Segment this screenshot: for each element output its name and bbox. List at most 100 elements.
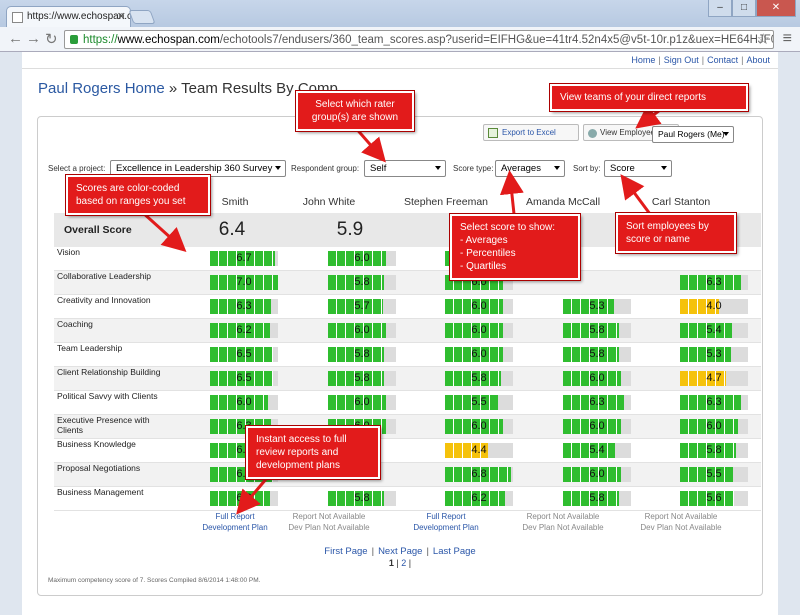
score-value: 6.2: [236, 492, 252, 504]
score-value: 5.8: [589, 324, 605, 336]
overall-score-label: Overall Score: [64, 224, 132, 236]
competency-label: Coaching: [57, 319, 93, 329]
score-bar: 4.4: [445, 443, 513, 458]
score-value: 6.2: [471, 492, 487, 504]
sort-by-value: Score: [610, 163, 635, 174]
score-bar: 5.8: [328, 491, 396, 506]
employee-column-header[interactable]: Carl Stanton: [621, 196, 741, 208]
project-value: Excellence in Leadership 360 Survey: [116, 163, 273, 174]
score-bar: 6.0: [563, 371, 631, 386]
score-value: 4.4: [471, 444, 487, 456]
score-value: 6.0: [354, 252, 370, 264]
score-bar: 5.4: [563, 443, 631, 458]
score-bar: 5.8: [328, 275, 396, 290]
sign-out-link[interactable]: Sign Out: [664, 55, 699, 65]
score-bar: 4.0: [680, 299, 748, 314]
address-bar[interactable]: https://www.echospan.com/echotools7/endu…: [64, 30, 774, 49]
score-value: 5.8: [354, 372, 370, 384]
score-value: 5.5: [471, 396, 487, 408]
competency-label: Business Knowledge: [57, 439, 136, 449]
chevron-down-icon: [435, 166, 441, 170]
callout-sort: Sort employees by score or name: [616, 213, 736, 253]
competency-row: Executive Presence with Clients 6.3 6.0 6.0…: [54, 415, 761, 439]
score-bar: 5.8: [563, 347, 631, 362]
favicon-icon: [12, 12, 23, 23]
score-value: 6.3: [236, 300, 252, 312]
score-bar: 5.4: [680, 323, 748, 338]
score-bar: 5.3: [680, 347, 748, 362]
contact-link[interactable]: Contact: [707, 55, 738, 65]
browser-menu-icon[interactable]: ≡: [783, 30, 792, 48]
sort-by-select[interactable]: Score: [604, 160, 672, 177]
score-bar: 6.0: [445, 323, 513, 338]
home-link[interactable]: Home: [631, 55, 655, 65]
report-unavailable: Report Not Available: [644, 512, 718, 521]
score-value: 6.0: [354, 324, 370, 336]
callout-score-type-item: - Quartiles: [460, 261, 507, 272]
url-path: /echotools7/endusers/360_team_scores.asp…: [219, 34, 773, 46]
score-value: 5.8: [589, 492, 605, 504]
about-link[interactable]: About: [746, 55, 770, 65]
respondent-group-select[interactable]: Self: [364, 160, 446, 177]
callout-rater-groups: Select which rater group(s) are shown: [296, 91, 414, 131]
report-link-cell: Report Not Available Dev Plan Not Availab…: [621, 511, 741, 533]
score-value: 5.3: [589, 300, 605, 312]
score-value: 5.8: [706, 444, 722, 456]
page-2-link[interactable]: 2: [401, 558, 406, 568]
callout-score-type-title: Select score to show:: [460, 222, 556, 233]
competency-row: Client Relationship Building 6.5 5.8 5.8 6.0…: [54, 367, 761, 391]
maximize-button[interactable]: □: [732, 0, 756, 17]
score-value: 6.3: [706, 276, 722, 288]
tab-close-icon[interactable]: ✕: [117, 10, 126, 23]
bookmark-star-icon[interactable]: ☆: [757, 30, 770, 48]
competency-label: Vision: [57, 247, 80, 257]
footnote: Maximum competency score of 7. Scores Co…: [48, 577, 261, 584]
browser-tab[interactable]: https://www.echospan.co ✕: [6, 6, 131, 27]
pagination: First Page | Next Page | Last Page: [324, 546, 476, 557]
url-scheme: https://: [83, 34, 118, 46]
score-bar: 6.8: [445, 467, 513, 482]
score-value: 5.8: [354, 276, 370, 288]
score-value: 6.0: [706, 420, 722, 432]
score-bar: 6.2: [210, 491, 278, 506]
chevron-down-icon: [275, 166, 281, 170]
score-bar: 6.0: [680, 419, 748, 434]
employee-column-header[interactable]: John White: [269, 196, 389, 208]
score-value: 6.0: [471, 348, 487, 360]
score-value: 6.0: [589, 468, 605, 480]
employee-column-header[interactable]: Stephen Freeman: [386, 196, 506, 208]
first-page-link[interactable]: First Page: [324, 546, 367, 557]
employee-column-header[interactable]: Amanda McCall: [503, 196, 623, 208]
score-type-select[interactable]: Averages: [495, 160, 565, 177]
competency-row: Business Knowledge 6.2 4.4 5.4 5.8: [54, 439, 761, 463]
new-tab-button[interactable]: [128, 10, 156, 24]
full-report-link[interactable]: Full Report: [386, 511, 506, 522]
score-bar: 6.0: [328, 323, 396, 338]
next-page-link[interactable]: Next Page: [378, 546, 422, 557]
tab-title: https://www.echospan.co: [27, 11, 131, 22]
score-value: 5.6: [706, 492, 722, 504]
reload-icon[interactable]: ↻: [45, 30, 58, 48]
back-arrow-icon[interactable]: ←: [8, 30, 23, 47]
score-value: 5.8: [471, 372, 487, 384]
score-bar: 6.3: [680, 275, 748, 290]
score-bar: 5.8: [328, 347, 396, 362]
breadcrumb-home-link[interactable]: Paul Rogers Home: [38, 80, 165, 97]
lock-icon: [70, 35, 78, 44]
forward-arrow-icon[interactable]: →: [26, 30, 41, 47]
view-employees-select[interactable]: Paul Rogers (Me): [652, 126, 734, 143]
development-plan-link[interactable]: Development Plan: [386, 522, 506, 533]
score-bar: 6.5: [210, 371, 278, 386]
score-bar: 6.3: [563, 395, 631, 410]
export-to-excel-button[interactable]: Export to Excel: [483, 124, 579, 141]
minimize-button[interactable]: –: [708, 0, 732, 17]
window-close-button[interactable]: ✕: [756, 0, 796, 17]
score-bar: 6.0: [445, 347, 513, 362]
page-margin-left: [0, 52, 22, 615]
score-value: 6.0: [471, 300, 487, 312]
score-bar: 6.3: [210, 299, 278, 314]
score-bar: 5.8: [680, 443, 748, 458]
last-page-link[interactable]: Last Page: [433, 546, 476, 557]
excel-icon: [488, 128, 498, 138]
score-value: 5.7: [354, 300, 370, 312]
